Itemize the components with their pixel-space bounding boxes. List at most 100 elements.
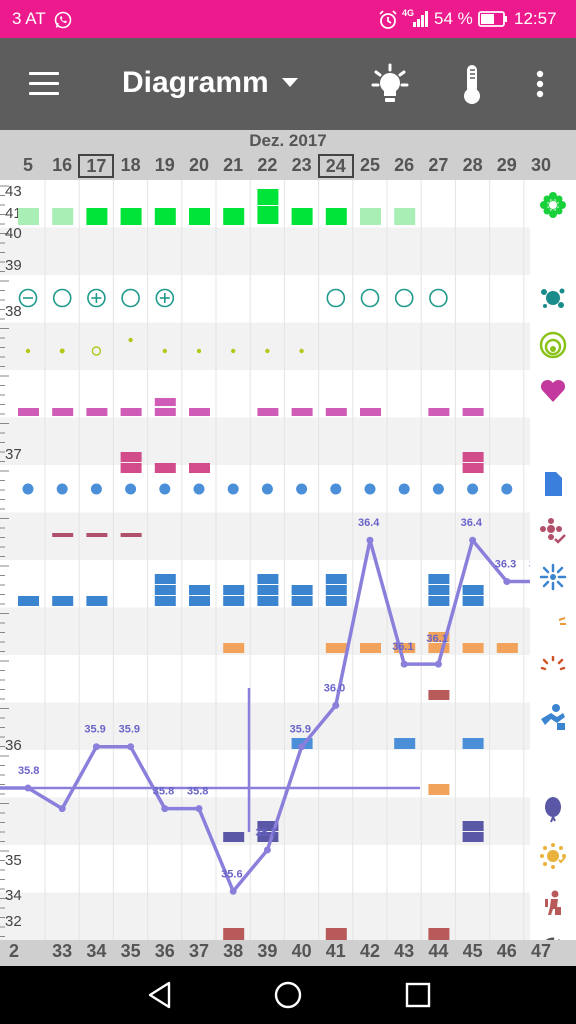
cycle-day-footer: 2 33 34 35 36 37 38 39 40 41 42 43 44 45 46 47 bbox=[0, 940, 576, 966]
day-label: 19 bbox=[154, 155, 175, 175]
sex-mark bbox=[86, 408, 108, 416]
temperature-point bbox=[229, 887, 237, 895]
day-label: 25 bbox=[359, 155, 381, 175]
day-label: 24 bbox=[317, 154, 354, 178]
mucus-mark bbox=[25, 348, 31, 354]
bleeding-mark bbox=[394, 208, 416, 225]
more-vert-icon[interactable] bbox=[522, 62, 558, 106]
bleeding-mark bbox=[257, 189, 279, 205]
hamburger-menu-icon[interactable] bbox=[26, 70, 62, 98]
cycle-day-label: 41 bbox=[325, 941, 346, 961]
head-pain-icon[interactable] bbox=[539, 749, 567, 777]
sex-mark bbox=[120, 408, 142, 416]
cycle-day-label: 38 bbox=[223, 941, 244, 961]
cycle-day-label: 40 bbox=[291, 941, 312, 961]
pain-mark bbox=[325, 585, 347, 595]
pain-mark bbox=[291, 585, 313, 595]
page-title[interactable]: Diagramm bbox=[122, 66, 269, 100]
lightbulb-icon[interactable] bbox=[370, 62, 410, 106]
temperature-point bbox=[24, 784, 32, 792]
cycle-chart[interactable]: 4341403938373635343235.835.9 35.935.8 35.8… bbox=[0, 180, 530, 940]
flower-check-icon[interactable] bbox=[539, 517, 567, 545]
flower-icon[interactable] bbox=[539, 191, 567, 219]
drop-icon[interactable] bbox=[539, 238, 567, 266]
cervix-mark bbox=[326, 288, 346, 308]
pain-mark bbox=[428, 596, 450, 606]
mucus-mark bbox=[59, 348, 65, 354]
pain-mark bbox=[428, 574, 450, 584]
temperature-point bbox=[127, 743, 135, 751]
sex-mark bbox=[52, 408, 74, 416]
pill-mark bbox=[501, 483, 513, 495]
bleeding-mark bbox=[360, 208, 381, 225]
breast-mark bbox=[120, 452, 142, 462]
caret-down-icon[interactable] bbox=[282, 78, 298, 87]
pill-mark bbox=[432, 483, 444, 495]
temperature-point bbox=[503, 578, 511, 585]
recents-icon[interactable] bbox=[403, 980, 433, 1010]
home-icon[interactable] bbox=[273, 980, 303, 1010]
sparkle-icon[interactable] bbox=[539, 563, 567, 591]
bleeding-mark bbox=[223, 208, 245, 225]
pill-mark bbox=[56, 483, 68, 495]
workout-icon[interactable] bbox=[539, 703, 567, 731]
temperature-label: 36.1 bbox=[392, 641, 413, 653]
heart-icon[interactable] bbox=[539, 377, 567, 405]
pain-mark bbox=[18, 596, 39, 606]
mucus-mark bbox=[128, 337, 133, 343]
back-icon[interactable] bbox=[145, 980, 175, 1010]
cycle-day-label: 37 bbox=[188, 941, 210, 961]
temperature-label: 35.9 bbox=[290, 724, 311, 736]
acne-icon[interactable] bbox=[539, 655, 567, 684]
temperature-label: 35.8 bbox=[18, 765, 39, 777]
sex-mark bbox=[462, 408, 484, 416]
pain-mark bbox=[86, 596, 108, 606]
pill-mark bbox=[467, 483, 479, 495]
temperature-point bbox=[332, 701, 340, 709]
cycle-day-label: 46 bbox=[496, 941, 517, 961]
splash-icon[interactable] bbox=[539, 284, 567, 312]
y-axis-label: 32 bbox=[5, 913, 22, 930]
y-axis-label: 39 bbox=[5, 257, 22, 274]
pain-mark bbox=[462, 596, 484, 606]
pain-mark bbox=[189, 596, 210, 606]
balloon-icon[interactable] bbox=[539, 796, 567, 824]
person-icon[interactable] bbox=[539, 889, 567, 917]
cycle-day-label: 45 bbox=[462, 941, 483, 961]
temperature-point bbox=[161, 805, 169, 813]
pill-mark bbox=[398, 483, 410, 495]
libido-mark bbox=[360, 643, 381, 653]
sex-mark bbox=[18, 408, 39, 416]
cervix-icon[interactable] bbox=[539, 331, 567, 359]
sex-mark bbox=[360, 408, 381, 416]
temperature-label: 35.9 bbox=[119, 724, 140, 736]
sex-mark bbox=[428, 408, 450, 416]
cervix-mark bbox=[121, 288, 140, 308]
signal-icon bbox=[413, 11, 428, 27]
energy-icon[interactable] bbox=[539, 842, 567, 870]
temperature-point bbox=[469, 536, 477, 544]
bleeding-mark bbox=[154, 208, 176, 225]
pain-mark bbox=[462, 585, 484, 595]
breast-icon[interactable] bbox=[539, 424, 567, 452]
thermometer-icon[interactable] bbox=[452, 62, 492, 106]
sex-mark bbox=[154, 398, 176, 406]
temperature-point bbox=[366, 536, 374, 544]
temperature-label: 35.9 bbox=[84, 724, 105, 736]
breast-mark bbox=[462, 452, 484, 462]
cycle-day-label: 36 bbox=[154, 941, 175, 961]
cycle-day-label: 2 bbox=[8, 941, 19, 961]
day-label: 21 bbox=[223, 155, 244, 175]
mucus-mark bbox=[265, 348, 270, 354]
face-pain-icon[interactable] bbox=[539, 610, 567, 638]
document-icon[interactable] bbox=[539, 470, 567, 498]
cervix-mark bbox=[394, 288, 414, 308]
alarm-icon bbox=[379, 10, 397, 29]
breast-mark bbox=[154, 463, 176, 473]
bleeding-mark bbox=[189, 208, 210, 225]
day-label: 18 bbox=[120, 155, 141, 175]
pain-mark bbox=[257, 585, 279, 595]
y-axis-label: 34 bbox=[5, 887, 22, 904]
pill-mark bbox=[330, 483, 342, 495]
y-axis-label: 38 bbox=[5, 303, 22, 320]
